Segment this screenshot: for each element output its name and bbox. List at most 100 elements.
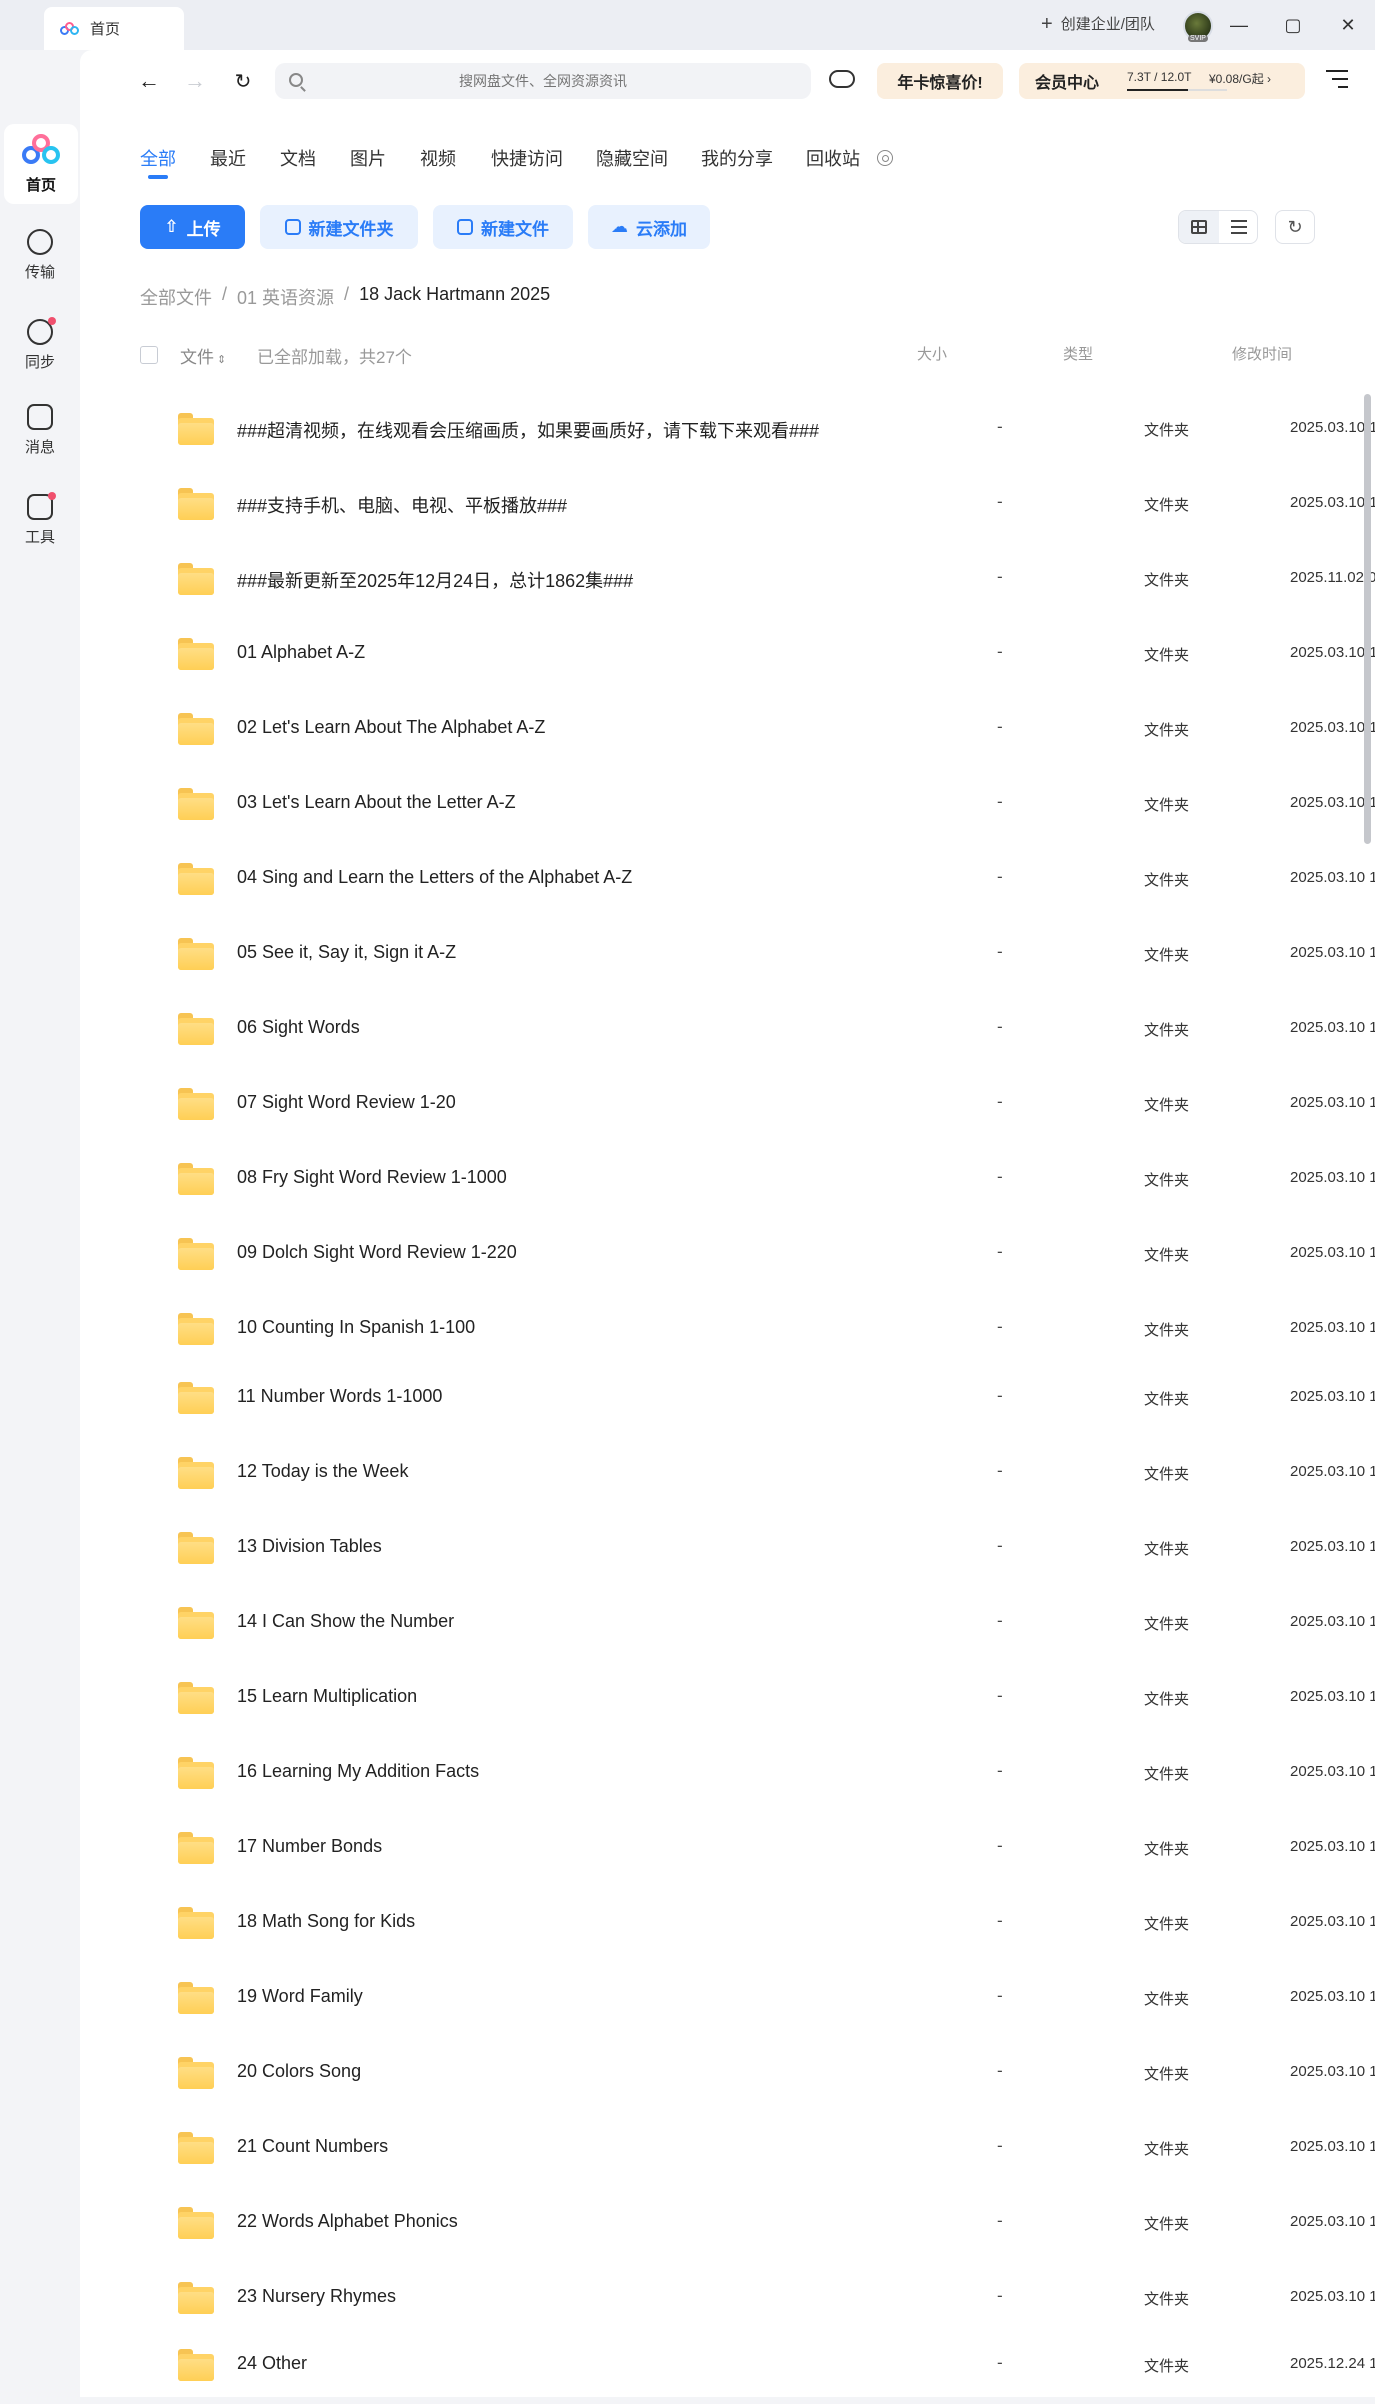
file-name[interactable]: 20 Colors Song [237,2061,361,2082]
table-row[interactable]: ###支持手机、电脑、电视、平板播放### - 文件夹 2025.03.10 1... [178,468,1375,543]
maximize-icon[interactable]: ▢ [1280,12,1306,38]
avatar[interactable]: SVIP [1183,11,1213,42]
file-name[interactable]: 02 Let's Learn About The Alphabet A-Z [237,717,545,738]
file-name[interactable]: 19 Word Family [237,1986,363,2007]
column-header-size[interactable]: 大小 [917,343,947,364]
table-row[interactable]: 17 Number Bonds - 文件夹 2025.03.10 1... [178,1812,1375,1887]
column-header-file[interactable]: 文件 ⇕ [180,343,226,368]
file-name[interactable]: 04 Sing and Learn the Letters of the Alp… [237,867,632,888]
select-all-checkbox[interactable] [140,346,158,364]
minimize-icon[interactable]: — [1226,12,1252,38]
vip-center-button[interactable]: 会员中心 7.3T / 12.0T ¥0.08/G起 › [1019,63,1305,99]
sidebar-item-home[interactable]: 首页 [4,124,78,204]
close-icon[interactable]: ✕ [1335,12,1361,38]
table-row[interactable]: 18 Math Song for Kids - 文件夹 2025.03.10 1... [178,1887,1375,1962]
table-row[interactable]: 03 Let's Learn About the Letter A-Z - 文件夹 2… [178,768,1375,843]
file-name[interactable]: 22 Words Alphabet Phonics [237,2211,458,2232]
tab-recycle-bin[interactable]: 回收站 [806,145,860,171]
file-name[interactable]: ###最新更新至2025年12月24日，总计1862集### [237,567,633,593]
file-name[interactable]: 11 Number Words 1-1000 [237,1386,442,1407]
tab-documents[interactable]: 文档 [280,145,316,171]
file-name[interactable]: 08 Fry Sight Word Review 1-1000 [237,1167,507,1188]
tab-my-shares[interactable]: 我的分享 [701,145,773,171]
file-name[interactable]: 24 Other [237,2353,307,2374]
file-name[interactable]: 23 Nursery Rhymes [237,2286,396,2307]
table-row[interactable]: 08 Fry Sight Word Review 1-1000 - 文件夹 2025.… [178,1143,1375,1218]
column-header-date[interactable]: 修改时间 [1232,343,1292,364]
scrollbar[interactable] [1364,394,1371,844]
file-name[interactable]: 09 Dolch Sight Word Review 1-220 [237,1242,517,1263]
upload-button[interactable]: ⇧ 上传 [140,205,245,249]
search-input[interactable] [275,73,811,89]
file-name[interactable]: 21 Count Numbers [237,2136,388,2157]
table-row[interactable]: 15 Learn Multiplication - 文件夹 2025.03.10 1.… [178,1662,1375,1737]
refresh-button[interactable]: ↻ [1275,210,1315,244]
table-row[interactable]: 24 Other - 文件夹 2025.12.24 1... [178,2329,1375,2404]
tab-hidden-space[interactable]: 隐藏空间 [596,145,668,171]
new-folder-button[interactable]: 新建文件夹 [260,205,418,249]
table-row[interactable]: 02 Let's Learn About The Alphabet A-Z - 文件… [178,693,1375,768]
create-org-button[interactable]: + 创建企业/团队 [1041,13,1155,34]
sidebar-item-tools[interactable]: 工具 [0,480,80,560]
table-row[interactable]: 12 Today is the Week - 文件夹 2025.03.10 1... [178,1437,1375,1512]
reload-icon[interactable]: ↻ [229,67,257,95]
file-name[interactable]: 07 Sight Word Review 1-20 [237,1092,456,1113]
file-name[interactable]: 01 Alphabet A-Z [237,642,365,663]
table-row[interactable]: 22 Words Alphabet Phonics - 文件夹 2025.03.10 … [178,2187,1375,2262]
tab-all[interactable]: 全部 [140,145,176,179]
file-name[interactable]: 05 See it, Say it, Sign it A-Z [237,942,456,963]
table-row[interactable]: 23 Nursery Rhymes - 文件夹 2025.03.10 1... [178,2262,1375,2337]
table-row[interactable]: 13 Division Tables - 文件夹 2025.03.10 1... [178,1512,1375,1587]
gamepad-icon[interactable] [829,70,855,88]
table-row[interactable]: 05 See it, Say it, Sign it A-Z - 文件夹 2025.0… [178,918,1375,993]
breadcrumb-level1[interactable]: 01 英语资源 [237,284,334,310]
tab-settings-icon[interactable] [877,150,893,166]
breadcrumb-root[interactable]: 全部文件 [140,284,212,310]
tab-recent[interactable]: 最近 [210,145,246,171]
tab-images[interactable]: 图片 [350,145,386,171]
tab-home[interactable]: 首页 [44,7,184,50]
table-row[interactable]: 01 Alphabet A-Z - 文件夹 2025.03.10 1... [178,618,1375,693]
sidebar-item-messages[interactable]: 消息 [0,390,80,470]
table-row[interactable]: 16 Learning My Addition Facts - 文件夹 2025.03… [178,1737,1375,1812]
file-name[interactable]: 12 Today is the Week [237,1461,408,1482]
table-row[interactable]: 09 Dolch Sight Word Review 1-220 - 文件夹 2025… [178,1218,1375,1293]
table-row[interactable]: 04 Sing and Learn the Letters of the Alp… [178,843,1375,918]
sidebar-item-sync[interactable]: 同步 [0,305,80,385]
file-name[interactable]: 06 Sight Words [237,1017,360,1038]
table-row[interactable]: 19 Word Family - 文件夹 2025.03.10 1... [178,1962,1375,2037]
file-name[interactable]: ###支持手机、电脑、电视、平板播放### [237,492,567,518]
file-name[interactable]: 13 Division Tables [237,1536,382,1557]
menu-icon[interactable] [1326,70,1348,88]
table-row[interactable]: ###超清视频，在线观看会压缩画质，如果要画质好，请下载下来观看### - 文件夹 2… [178,393,1375,468]
tab-quick-access[interactable]: 快捷访问 [491,145,563,171]
file-name[interactable]: 03 Let's Learn About the Letter A-Z [237,792,516,813]
table-row[interactable]: ###最新更新至2025年12月24日，总计1862集### - 文件夹 2025.1… [178,543,1375,618]
table-row[interactable]: 07 Sight Word Review 1-20 - 文件夹 2025.03.10 … [178,1068,1375,1143]
sidebar: 首页 传输 同步 消息 工具 [0,50,80,2397]
folder-icon [178,863,214,895]
sidebar-item-transfer[interactable]: 传输 [0,215,80,295]
file-name[interactable]: 16 Learning My Addition Facts [237,1761,479,1782]
table-row[interactable]: 06 Sight Words - 文件夹 2025.03.10 1... [178,993,1375,1068]
file-name[interactable]: 18 Math Song for Kids [237,1911,415,1932]
table-row[interactable]: 11 Number Words 1-1000 - 文件夹 2025.03.10 1..… [178,1362,1375,1437]
tab-videos[interactable]: 视频 [420,145,456,171]
column-header-type[interactable]: 类型 [1063,343,1093,364]
file-name[interactable]: 14 I Can Show the Number [237,1611,454,1632]
file-name[interactable]: 17 Number Bonds [237,1836,382,1857]
new-file-button[interactable]: 新建文件 [433,205,573,249]
forward-arrow-icon[interactable]: → [181,67,209,95]
table-row[interactable]: 20 Colors Song - 文件夹 2025.03.10 1... [178,2037,1375,2112]
table-row[interactable]: 21 Count Numbers - 文件夹 2025.03.10 1... [178,2112,1375,2187]
main-panel: ← → ↻ 年卡惊喜价! 会员中心 7.3T / 12.0T ¥0.08/G起 … [80,50,1375,2397]
table-row[interactable]: 14 I Can Show the Number - 文件夹 2025.03.10 1… [178,1587,1375,1662]
file-name[interactable]: 15 Learn Multiplication [237,1686,417,1707]
table-row[interactable]: 10 Counting In Spanish 1-100 - 文件夹 2025.03.… [178,1293,1375,1368]
promo-button[interactable]: 年卡惊喜价! [877,63,1003,99]
cloud-add-button[interactable]: ☁ 云添加 [588,205,710,249]
file-name[interactable]: 10 Counting In Spanish 1-100 [237,1317,475,1338]
back-arrow-icon[interactable]: ← [135,67,163,95]
search-box[interactable] [275,63,811,99]
file-name[interactable]: ###超清视频，在线观看会压缩画质，如果要画质好，请下载下来观看### [237,417,819,443]
